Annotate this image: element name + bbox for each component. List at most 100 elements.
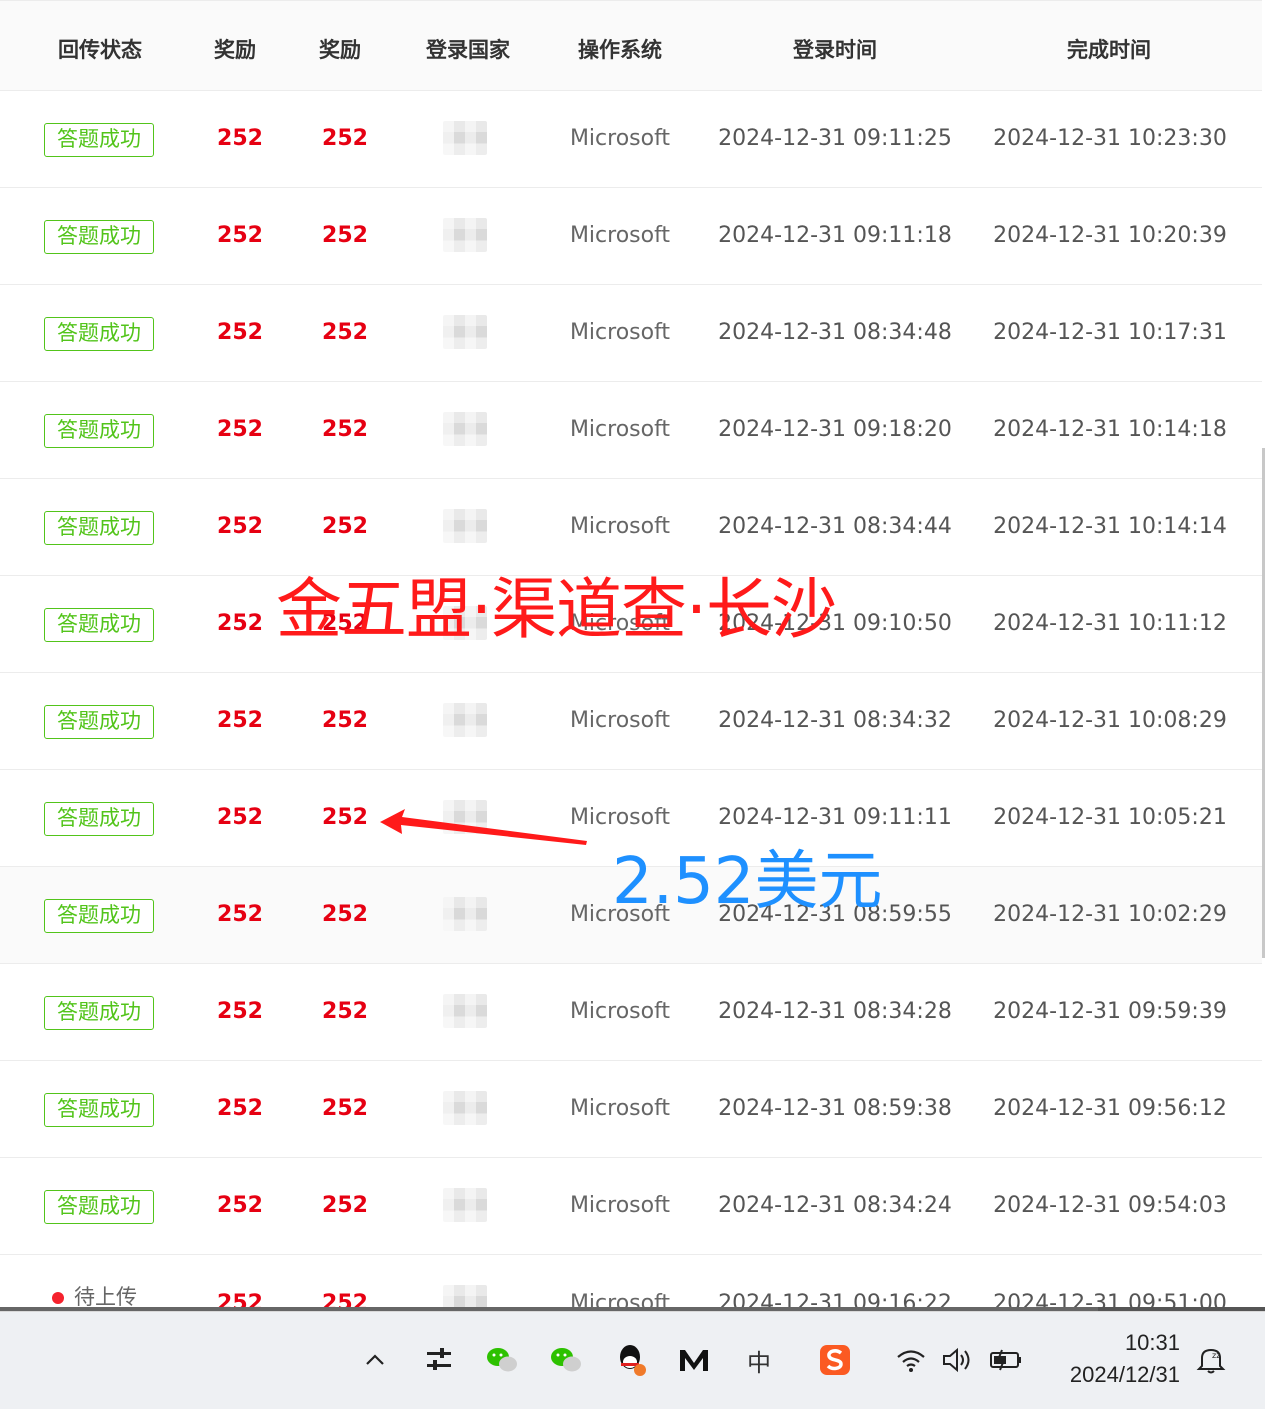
finish-time-cell: 2024-12-31 10:23:30 (993, 126, 1227, 151)
header-callback-status[interactable]: 回传状态 (30, 34, 170, 64)
battery-icon[interactable] (988, 1342, 1024, 1378)
system-clock[interactable]: 10:31 2024/12/31 (1040, 1330, 1180, 1388)
country-cell-redacted (443, 315, 487, 349)
country-cell-redacted (443, 994, 487, 1028)
status-badge: 答题成功 (44, 414, 154, 448)
table-row[interactable]: 答题成功 252 252 Microsoft 2024-12-31 08:34:28 20… (0, 964, 1262, 1061)
wechat-icon[interactable] (548, 1342, 584, 1378)
table-row[interactable]: 答题成功 252 252 Microsoft 2024-12-31 08:59:38 20… (0, 1061, 1262, 1158)
reward-cell: 252 (217, 320, 263, 345)
notification-bell-icon[interactable]: zz (1193, 1342, 1229, 1378)
header-finish-time[interactable]: 完成时间 (1034, 34, 1184, 64)
status-badge: 答题成功 (44, 317, 154, 351)
login-time-cell: 2024-12-31 09:16:22 (718, 1291, 952, 1310)
country-cell-redacted (443, 509, 487, 543)
status-badge: 答题成功 (44, 996, 154, 1030)
reward-cell: 252 (322, 999, 368, 1024)
country-cell-redacted (443, 412, 487, 446)
table-row[interactable]: 答题成功 252 252 Microsoft 2024-12-31 09:11:18 20… (0, 188, 1262, 285)
finish-time-cell: 2024-12-31 09:51:00 (993, 1291, 1227, 1310)
reward-cell: 252 (217, 1096, 263, 1121)
reward-cell: 252 (217, 805, 263, 830)
settings-sliders-icon[interactable] (421, 1342, 457, 1378)
reward-cell: 252 (217, 126, 263, 151)
header-reward-1[interactable]: 奖励 (190, 34, 280, 64)
wifi-icon[interactable] (893, 1342, 929, 1378)
login-time-cell: 2024-12-31 08:34:24 (718, 1193, 952, 1218)
finish-time-cell: 2024-12-31 10:11:12 (993, 611, 1227, 636)
status-badge: 答题成功 (44, 511, 154, 545)
status-badge: 答题成功 (44, 123, 154, 157)
reward-cell: 252 (322, 320, 368, 345)
os-cell: Microsoft (569, 223, 671, 248)
wechat-icon[interactable] (484, 1342, 520, 1378)
login-time-cell: 2024-12-31 08:34:48 (718, 320, 952, 345)
status-badge: 答题成功 (44, 1190, 154, 1224)
usd-annotation: 2.52美元 (612, 845, 883, 919)
table-row[interactable]: 答题成功 252 252 Microsoft 2024-12-31 08:34:48 20… (0, 285, 1262, 382)
country-cell-redacted (443, 897, 487, 931)
login-time-cell: 2024-12-31 08:59:38 (718, 1096, 952, 1121)
clock-time: 10:31 (1124, 1330, 1180, 1355)
ime-chinese-icon[interactable]: 中 (741, 1342, 777, 1378)
reward-cell: 252 (322, 708, 368, 733)
reward-cell: 252 (322, 1291, 368, 1310)
svg-text:zz: zz (1212, 1351, 1220, 1360)
reward-cell: 252 (217, 417, 263, 442)
header-login-time[interactable]: 登录时间 (760, 34, 910, 64)
country-cell-redacted (443, 703, 487, 737)
chevron-up-icon[interactable] (357, 1342, 393, 1378)
finish-time-cell: 2024-12-31 09:54:03 (993, 1193, 1227, 1218)
table-header: 回传状态 奖励 奖励 登录国家 操作系统 登录时间 完成时间 (0, 0, 1262, 91)
records-table-viewport: 回传状态 奖励 奖励 登录国家 操作系统 登录时间 完成时间 答题成功 252 25… (0, 0, 1265, 1310)
m-app-icon[interactable] (676, 1342, 712, 1378)
reward-cell: 252 (217, 223, 263, 248)
finish-time-cell: 2024-12-31 10:14:14 (993, 514, 1227, 539)
finish-time-cell: 2024-12-31 10:14:18 (993, 417, 1227, 442)
reward-cell: 252 (217, 1193, 263, 1218)
table-row[interactable]: 答题成功 252 252 Microsoft 2024-12-31 09:11:25 20… (0, 91, 1262, 188)
status-badge: 答题成功 (44, 1093, 154, 1127)
finish-time-cell: 2024-12-31 10:02:29 (993, 902, 1227, 927)
os-cell: Microsoft (569, 1193, 671, 1218)
header-reward-2[interactable]: 奖励 (295, 34, 385, 64)
table-row[interactable]: 待上传 252 252 Microsoft 2024-12-31 09:16:22 202… (0, 1255, 1262, 1310)
reward-cell: 252 (322, 126, 368, 151)
clock-date: 2024/12/31 (1069, 1362, 1180, 1387)
os-cell: Microsoft (569, 417, 671, 442)
finish-time-cell: 2024-12-31 10:08:29 (993, 708, 1227, 733)
status-badge: 答题成功 (44, 705, 154, 739)
login-time-cell: 2024-12-31 09:11:18 (718, 223, 952, 248)
reward-cell: 252 (322, 1096, 368, 1121)
reward-cell: 252 (217, 708, 263, 733)
watermark-title: 金五盟·渠道查·长沙 (276, 571, 837, 648)
reward-cell: 252 (217, 902, 263, 927)
status-badge: 答题成功 (44, 608, 154, 642)
os-cell: Microsoft (569, 1096, 671, 1121)
header-os[interactable]: 操作系统 (550, 34, 690, 64)
sogou-icon[interactable] (817, 1342, 853, 1378)
qq-icon[interactable] (613, 1342, 649, 1378)
table-row[interactable]: 答题成功 252 252 Microsoft 2024-12-31 09:18:20 20… (0, 382, 1262, 479)
status-dot-icon (52, 1292, 64, 1304)
login-time-cell: 2024-12-31 09:11:25 (718, 126, 952, 151)
reward-cell: 252 (322, 1193, 368, 1218)
table-row[interactable]: 答题成功 252 252 Microsoft 2024-12-31 08:34:32 20… (0, 673, 1262, 770)
os-cell: Microsoft (569, 999, 671, 1024)
table-row[interactable]: 答题成功 252 252 Microsoft 2024-12-31 08:34:24 20… (0, 1158, 1262, 1255)
login-time-cell: 2024-12-31 08:34:28 (718, 999, 952, 1024)
status-pending: 待上传 (52, 1281, 137, 1310)
status-badge: 答题成功 (44, 899, 154, 933)
reward-cell: 252 (322, 805, 368, 830)
finish-time-cell: 2024-12-31 09:56:12 (993, 1096, 1227, 1121)
reward-cell: 252 (322, 223, 368, 248)
header-login-country[interactable]: 登录国家 (398, 34, 538, 64)
reward-cell: 252 (217, 611, 263, 636)
login-time-cell: 2024-12-31 09:18:20 (718, 417, 952, 442)
reward-cell: 252 (217, 1291, 263, 1310)
os-cell: Microsoft (569, 708, 671, 733)
status-badge: 答题成功 (44, 802, 154, 836)
os-cell: Microsoft (569, 126, 671, 151)
volume-icon[interactable] (939, 1342, 975, 1378)
finish-time-cell: 2024-12-31 09:59:39 (993, 999, 1227, 1024)
